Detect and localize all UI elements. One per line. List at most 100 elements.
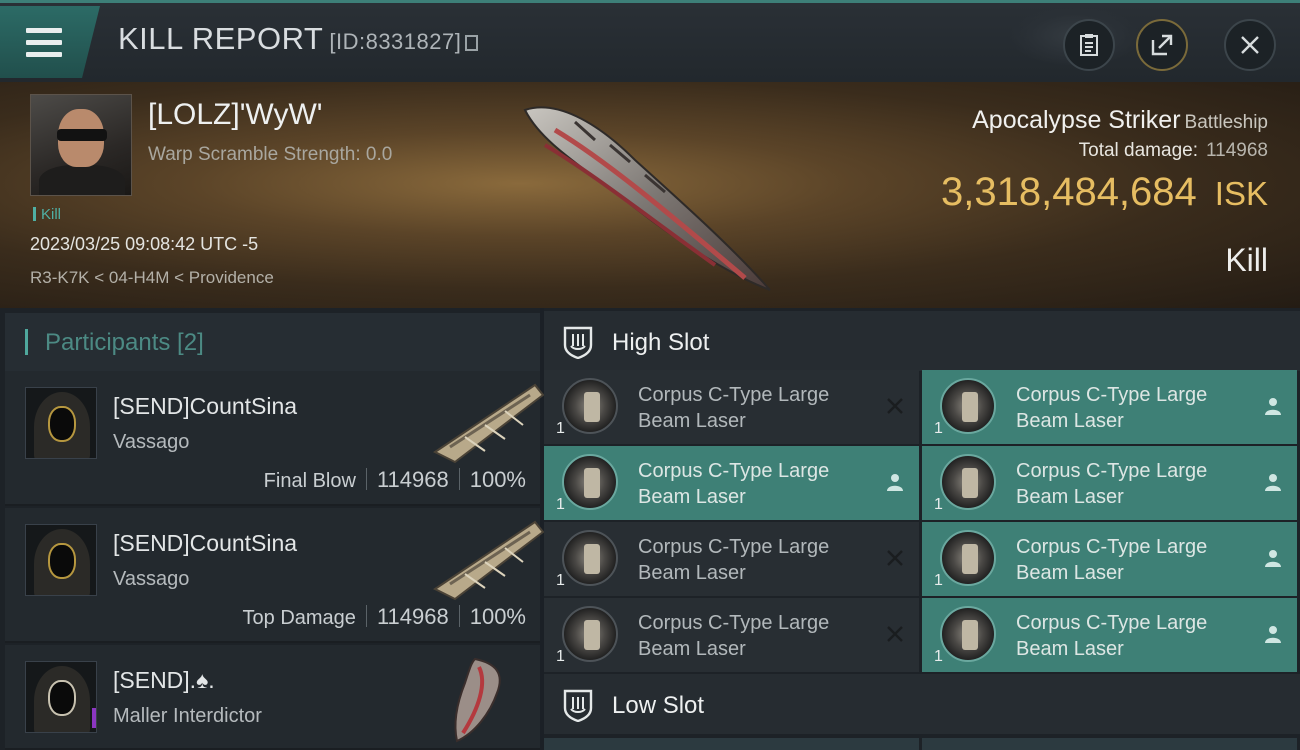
divider: [458, 605, 460, 627]
module-core: [962, 468, 978, 498]
copy-icon[interactable]: [465, 35, 479, 51]
module-slot[interactable]: 1 Corpus C-Type Large Beam Laser: [922, 522, 1297, 596]
divider: [365, 605, 367, 627]
pilot-icon: [1265, 398, 1281, 415]
participant-role: Final Blow: [263, 470, 356, 492]
module-slot[interactable]: 1 Corpus C-Type Large Beam Laser: [922, 446, 1297, 520]
kill-banner: [LOLZ]'WyW' Warp Scramble Strength: 0.0 …: [0, 82, 1300, 308]
module-name: Corpus C-Type Large Beam Laser: [638, 610, 878, 662]
victim-ship-render[interactable]: [515, 100, 785, 300]
portrait-body: [39, 165, 125, 195]
module-quantity: 1: [556, 496, 565, 513]
module-quantity: 1: [934, 648, 943, 665]
module-slot[interactable]: 1 Corpus C-Type Large Beam Laser: [922, 370, 1297, 444]
shield-slot-icon: [563, 689, 593, 722]
portrait-glasses: [57, 129, 107, 141]
module-name-line2: Beam Laser: [638, 638, 746, 660]
participants-title: Participants [2]: [45, 329, 204, 356]
module-name: Corpus C-Type Large Beam Laser: [638, 534, 878, 586]
laser-module-icon: [562, 454, 618, 510]
x-icon: [887, 398, 903, 414]
module-name: Corpus C-Type Large Beam Laser: [1016, 458, 1256, 510]
clipboard-button[interactable]: [1063, 19, 1115, 71]
participant-ship: Vassago: [113, 431, 190, 453]
participant-avatar: i: [25, 661, 97, 733]
participant-ship-render: [433, 383, 545, 464]
low-slot-title: Low Slot: [612, 692, 705, 719]
participant-row[interactable]: [SEND]CountSina Vassago Final Blow 114968…: [5, 371, 545, 506]
participant-damage: 114968: [376, 467, 449, 492]
module-name-line1: Corpus C-Type Large: [638, 384, 830, 406]
module-slot[interactable]: 1 Corpus C-Type Large Beam Laser: [544, 370, 919, 444]
share-button[interactable]: [1136, 19, 1188, 71]
victim-ship[interactable]: Apocalypse Striker Battleship: [972, 106, 1268, 135]
clipboard-icon: [1080, 34, 1098, 56]
kill-tag: Kill: [33, 206, 61, 223]
pilot-icon: [1265, 550, 1281, 567]
info-badge: i: [92, 708, 96, 728]
total-damage: Total damage: 114968: [1079, 140, 1268, 162]
high-slot-title: High Slot: [612, 329, 710, 356]
page-title: KILL REPORT [ID:8331827]: [118, 21, 479, 57]
module-name-line1: Corpus C-Type Large: [638, 460, 830, 482]
module-quantity: 1: [934, 572, 943, 589]
module-core: [584, 620, 600, 650]
participant-row[interactable]: i [SEND].♠. Maller Interdictor: [5, 645, 540, 750]
module-name-line2: Beam Laser: [1016, 638, 1124, 660]
participant-ship: Vassago: [113, 568, 190, 590]
pilot-icon: [1265, 474, 1281, 491]
avatar-mask: [48, 680, 76, 716]
module-quantity: 1: [556, 648, 565, 665]
close-button[interactable]: [1224, 19, 1276, 71]
participant-percent: 100%: [469, 467, 526, 492]
title-bar: KILL REPORT [ID:8331827]: [0, 0, 1300, 82]
module-quantity: 1: [556, 572, 565, 589]
share-icon: [1151, 34, 1173, 56]
fitting-panel: High Slot 1 Corpus C-Type Large Beam Lase…: [544, 308, 1300, 750]
menu-button[interactable]: [0, 6, 100, 78]
module-core: [584, 544, 600, 574]
victim-portrait[interactable]: [30, 94, 132, 196]
total-damage-value: 114968: [1206, 140, 1268, 161]
participants-header: Participants [2]: [5, 313, 540, 371]
page-title-text: KILL REPORT: [118, 21, 324, 56]
participant-name: [SEND]CountSina: [113, 393, 298, 419]
ship-class: Battleship: [1184, 112, 1268, 133]
module-slot[interactable]: 1 Corpus C-Type Large Beam Laser: [544, 522, 919, 596]
module-slot[interactable]: 1 Corpus C-Type Large Beam Laser: [544, 446, 919, 520]
module-core: [962, 392, 978, 422]
isk-value: 3,318,484,684 ISK: [941, 170, 1268, 215]
victim-name[interactable]: [LOLZ]'WyW': [148, 98, 323, 132]
laser-module-icon: [940, 530, 996, 586]
module-name-line2: Beam Laser: [638, 562, 746, 584]
module-name-line2: Beam Laser: [638, 410, 746, 432]
module-core: [962, 544, 978, 574]
participant-role: Top Damage: [242, 607, 356, 629]
high-slot-header: High Slot: [544, 311, 1300, 371]
module-quantity: 1: [556, 420, 565, 437]
module-slot[interactable]: 1 Corpus C-Type Large Beam Laser: [544, 598, 919, 672]
module-name-line1: Corpus C-Type Large: [1016, 460, 1208, 482]
x-icon: [887, 550, 903, 566]
module-core: [584, 392, 600, 422]
module-slot-partial[interactable]: [544, 738, 919, 750]
participants-panel: Participants [2] [SEND]CountSina Vassago…: [0, 308, 545, 750]
module-name-line2: Beam Laser: [1016, 562, 1124, 584]
module-slot[interactable]: 1 Corpus C-Type Large Beam Laser: [922, 598, 1297, 672]
isk-unit: ISK: [1214, 175, 1268, 212]
pilot-icon: [1265, 626, 1281, 643]
menu-icon-bar: [26, 52, 62, 57]
participant-ship-render: [454, 657, 501, 743]
module-core: [962, 620, 978, 650]
module-name-line1: Corpus C-Type Large: [638, 536, 830, 558]
kill-location[interactable]: R3-K7K < 04-H4M < Providence: [30, 268, 274, 288]
module-slot-partial[interactable]: [922, 738, 1297, 750]
total-damage-label: Total damage:: [1078, 140, 1198, 161]
module-name: Corpus C-Type Large Beam Laser: [638, 458, 878, 510]
module-name-line2: Beam Laser: [1016, 410, 1124, 432]
laser-module-icon: [940, 454, 996, 510]
module-name-line1: Corpus C-Type Large: [638, 612, 830, 634]
laser-module-icon: [562, 530, 618, 586]
divider: [458, 468, 460, 490]
participant-row[interactable]: [SEND]CountSina Vassago Top Damage 114968…: [5, 508, 545, 643]
